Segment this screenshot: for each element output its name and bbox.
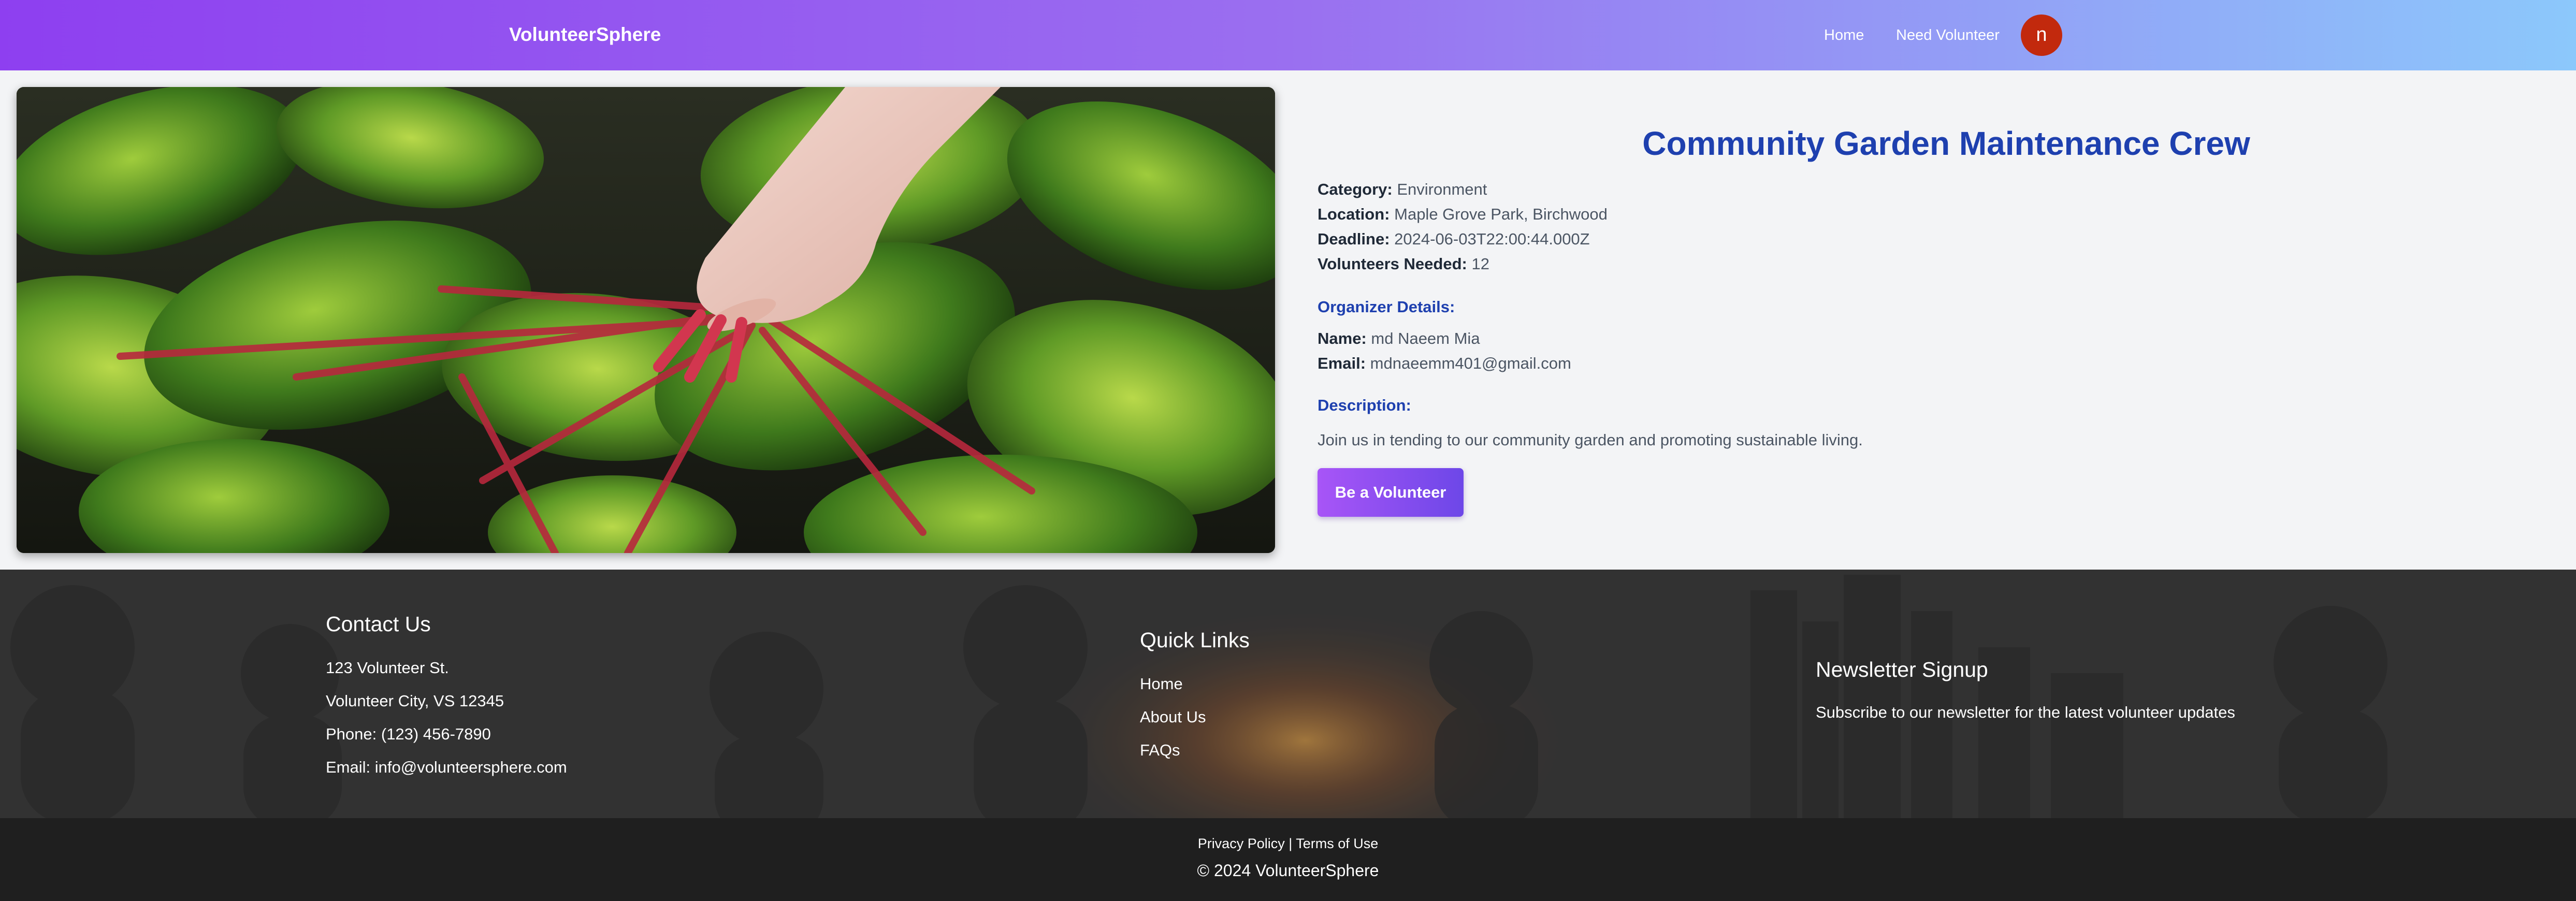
post-image <box>17 87 1275 553</box>
contact-city: Volunteer City, VS 12345 <box>326 692 504 710</box>
quick-links-heading: Quick Links <box>1140 628 1250 652</box>
footer-link-home[interactable]: Home <box>1140 675 1183 693</box>
footer: Contact Us 123 Volunteer St. Volunteer C… <box>0 570 2576 901</box>
newsletter-heading: Newsletter Signup <box>1816 658 1988 681</box>
organizer-heading: Organizer Details: <box>1318 298 1455 316</box>
description-text: Join us in tending to our community gard… <box>1318 431 1863 449</box>
user-avatar[interactable]: n <box>2021 14 2062 56</box>
nav-link-home[interactable]: Home <box>1824 27 1864 44</box>
field-category: Category: Environment <box>1318 180 1487 199</box>
field-volunteers-needed: Volunteers Needed: 12 <box>1318 255 1489 273</box>
brand-logo[interactable]: VolunteerSphere <box>509 24 661 46</box>
organizer-name: Name: md Naeem Mia <box>1318 329 1480 348</box>
privacy-policy-link[interactable]: Privacy Policy <box>1198 836 1285 851</box>
contact-phone: Phone: (123) 456-7890 <box>326 725 491 743</box>
contact-email: Email: info@volunteersphere.com <box>326 758 567 776</box>
footer-link-faqs[interactable]: FAQs <box>1140 741 1180 760</box>
copyright: © 2024 VolunteerSphere <box>1197 861 1379 880</box>
field-value: md Naeem Mia <box>1371 329 1480 347</box>
field-value: Environment <box>1397 180 1487 198</box>
terms-of-use-link[interactable]: Terms of Use <box>1296 836 1378 851</box>
field-value: mdnaeemm401@gmail.com <box>1370 354 1571 372</box>
footer-link-about-us[interactable]: About Us <box>1140 708 1206 726</box>
field-label: Category: <box>1318 180 1393 198</box>
field-label: Location: <box>1318 205 1390 223</box>
field-value: 12 <box>1471 255 1489 273</box>
footer-bottom-bar <box>0 818 2576 901</box>
contact-address: 123 Volunteer St. <box>326 659 449 677</box>
nav-link-need-volunteer[interactable]: Need Volunteer <box>1896 27 2000 44</box>
garden-photo <box>17 87 1275 553</box>
policy-links: Privacy Policy | Terms of Use <box>0 836 2576 852</box>
field-label: Volunteers Needed: <box>1318 255 1467 273</box>
field-label: Deadline: <box>1318 230 1390 248</box>
field-location: Location: Maple Grove Park, Birchwood <box>1318 205 1608 224</box>
field-value: 2024-06-03T22:00:44.000Z <box>1394 230 1590 248</box>
field-deadline: Deadline: 2024-06-03T22:00:44.000Z <box>1318 230 1590 249</box>
field-value: Maple Grove Park, Birchwood <box>1394 205 1608 223</box>
post-title: Community Garden Maintenance Crew <box>1642 125 2250 162</box>
field-label: Name: <box>1318 329 1367 347</box>
policy-separator: | <box>1284 836 1296 851</box>
field-label: Email: <box>1318 354 1366 372</box>
organizer-email: Email: mdnaeemm401@gmail.com <box>1318 354 1571 373</box>
newsletter-text: Subscribe to our newsletter for the late… <box>1816 703 2235 721</box>
be-a-volunteer-button[interactable]: Be a Volunteer <box>1318 468 1464 517</box>
navbar: VolunteerSphere Home Need Volunteer n <box>0 0 2576 70</box>
contact-heading: Contact Us <box>326 612 431 636</box>
description-heading: Description: <box>1318 396 1411 414</box>
